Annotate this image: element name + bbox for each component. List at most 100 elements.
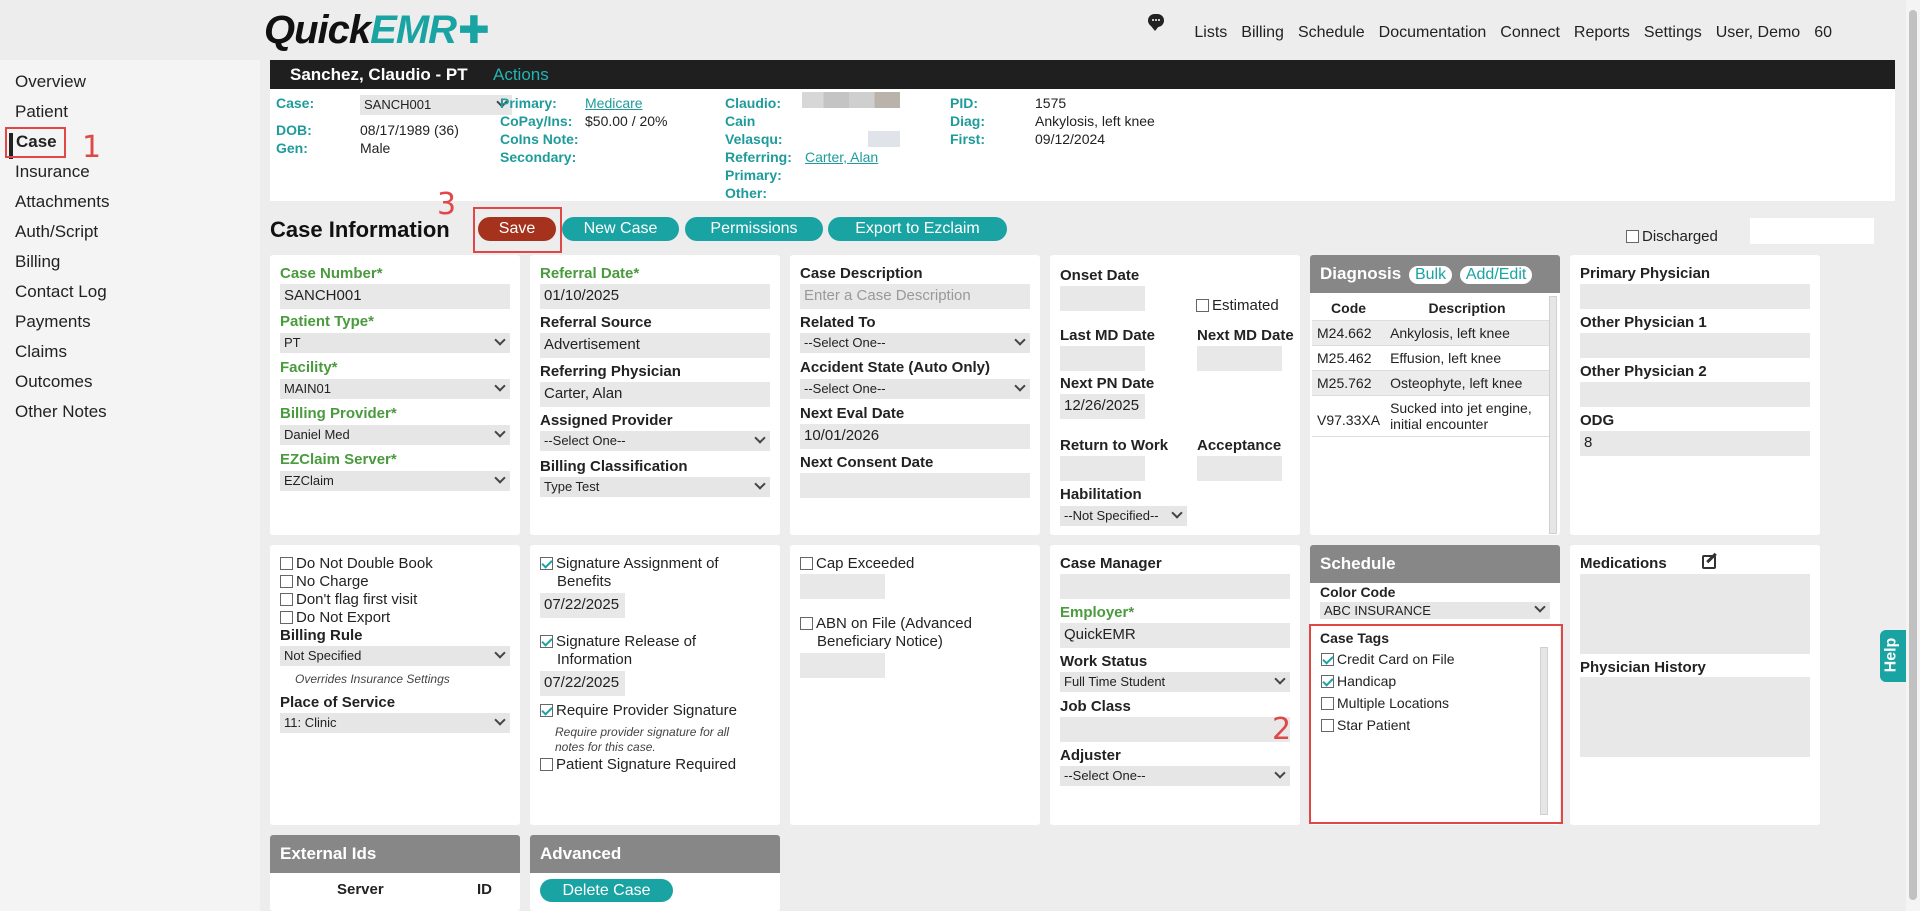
- save-button[interactable]: Save: [478, 217, 556, 241]
- require-provider-signature-checkbox[interactable]: Require Provider Signature: [540, 702, 737, 719]
- primary-ins-link[interactable]: Medicare: [585, 95, 643, 111]
- billing-provider-select[interactable]: Daniel Med: [280, 425, 510, 445]
- table-row[interactable]: V97.33XA Sucked into jet engine, initial…: [1312, 395, 1549, 437]
- next-eval-input[interactable]: 10/01/2026: [800, 424, 1030, 449]
- physician-history-textarea[interactable]: [1580, 677, 1810, 757]
- job-class-input[interactable]: [1060, 717, 1290, 742]
- advanced-card: Advanced Delete Case: [530, 835, 780, 911]
- sidebar-item-patient[interactable]: Patient: [15, 102, 68, 122]
- ezclaim-server-select[interactable]: EZClaim: [280, 471, 510, 491]
- patient-type-select[interactable]: PT: [280, 333, 510, 353]
- help-tab[interactable]: Help: [1880, 630, 1906, 682]
- medications-card: Medications Physician History: [1570, 545, 1820, 825]
- advanced-header: Advanced: [530, 835, 780, 873]
- nav-user[interactable]: User, Demo: [1716, 24, 1800, 42]
- estimated-checkbox[interactable]: Estimated: [1196, 297, 1279, 314]
- nav-schedule[interactable]: Schedule: [1298, 24, 1365, 42]
- acceptance-input[interactable]: [1197, 456, 1282, 481]
- employer-input[interactable]: QuickEMR: [1060, 623, 1290, 648]
- referring-physician-input[interactable]: Carter, Alan: [540, 382, 770, 407]
- chat-icon[interactable]: [1148, 14, 1164, 31]
- sidebar-item-auth-script[interactable]: Auth/Script: [15, 222, 98, 242]
- odg-input[interactable]: 8: [1580, 431, 1810, 456]
- job-class-label: Job Class: [1060, 698, 1131, 715]
- work-status-select[interactable]: Full Time Student: [1060, 672, 1290, 692]
- signature-assignment-date[interactable]: 07/22/2025: [540, 593, 625, 618]
- related-to-select[interactable]: --Select One--: [800, 333, 1030, 353]
- facility-select[interactable]: MAIN01: [280, 379, 510, 399]
- adjuster-select[interactable]: --Select One--: [1060, 766, 1290, 786]
- next-pn-date-input[interactable]: 12/26/2025: [1060, 394, 1145, 419]
- return-to-work-input[interactable]: [1060, 456, 1145, 481]
- diagnosis-scrollbar[interactable]: [1549, 296, 1557, 534]
- bulk-button[interactable]: Bulk: [1408, 266, 1453, 284]
- nav-billing[interactable]: Billing: [1241, 24, 1284, 42]
- do-not-double-book-checkbox[interactable]: Do Not Double Book: [280, 555, 433, 572]
- billing-rule-select[interactable]: Not Specified: [280, 646, 510, 666]
- signature-assignment-checkbox[interactable]: Signature Assignment of: [540, 555, 719, 572]
- signature-release-date[interactable]: 07/22/2025: [540, 671, 625, 696]
- table-row[interactable]: M25.462 Effusion, left knee: [1312, 345, 1549, 371]
- discharged-checkbox[interactable]: Discharged: [1626, 228, 1718, 245]
- case-manager-input[interactable]: [1060, 574, 1290, 599]
- referral-source-input[interactable]: Advertisement: [540, 333, 770, 358]
- assigned-provider-select[interactable]: --Select One--: [540, 431, 770, 451]
- case-description-input[interactable]: Enter a Case Description: [800, 284, 1030, 309]
- sidebar-item-contact-log[interactable]: Contact Log: [15, 282, 107, 302]
- sidebar-item-attachments[interactable]: Attachments: [15, 192, 110, 212]
- abn-on-file-checkbox[interactable]: ABN on File (Advanced: [800, 615, 972, 632]
- nav-lists[interactable]: Lists: [1194, 24, 1227, 42]
- patient-signature-required-checkbox[interactable]: Patient Signature Required: [540, 756, 736, 773]
- dont-flag-first-visit-checkbox[interactable]: Don't flag first visit: [280, 591, 417, 608]
- discharged-date-input[interactable]: [1750, 218, 1874, 244]
- color-code-select[interactable]: ABC INSURANCE: [1320, 601, 1550, 619]
- cap-exceeded-checkbox[interactable]: Cap Exceeded: [800, 555, 914, 572]
- next-md-date-input[interactable]: [1197, 346, 1282, 371]
- no-charge-checkbox[interactable]: No Charge: [280, 573, 369, 590]
- signature-release-checkbox[interactable]: Signature Release of: [540, 633, 696, 650]
- place-of-service-select[interactable]: 11: Clinic: [280, 713, 510, 733]
- export-ezclaim-button[interactable]: Export to Ezclaim: [828, 217, 1007, 241]
- abn-on-file-input[interactable]: [800, 653, 885, 678]
- sidebar-item-billing[interactable]: Billing: [15, 252, 60, 272]
- other-physician-2-input[interactable]: [1580, 382, 1810, 407]
- table-row[interactable]: M24.662 Ankylosis, left knee: [1312, 320, 1549, 346]
- nav-reports[interactable]: Reports: [1574, 24, 1630, 42]
- onset-date-input[interactable]: [1060, 286, 1145, 311]
- nav-documentation[interactable]: Documentation: [1379, 24, 1487, 42]
- sidebar-item-other-notes[interactable]: Other Notes: [15, 402, 107, 422]
- other-physician-1-input[interactable]: [1580, 333, 1810, 358]
- table-row[interactable]: M25.762 Osteophyte, left knee: [1312, 370, 1549, 396]
- diag-code: V97.33XA: [1312, 395, 1386, 437]
- accident-state-select[interactable]: --Select One--: [800, 379, 1030, 399]
- delete-case-button[interactable]: Delete Case: [540, 879, 673, 902]
- permissions-button[interactable]: Permissions: [685, 217, 823, 241]
- page-scrollbar-thumb[interactable]: [1909, 10, 1917, 900]
- case-number-input[interactable]: SANCH001: [280, 284, 510, 309]
- quickemr-logo[interactable]: QuickEMR✚: [264, 8, 490, 53]
- primary-physician-input[interactable]: [1580, 284, 1810, 309]
- last-md-date-input[interactable]: [1060, 346, 1145, 371]
- work-status-label: Work Status: [1060, 653, 1148, 670]
- add-edit-button[interactable]: Add/Edit: [1459, 266, 1533, 284]
- new-case-button[interactable]: New Case: [562, 217, 679, 241]
- next-consent-input[interactable]: [800, 473, 1030, 498]
- billing-classification-select[interactable]: Type Test: [540, 477, 770, 497]
- cap-exceeded-input[interactable]: [800, 574, 885, 599]
- sidebar-item-claims[interactable]: Claims: [15, 342, 67, 362]
- habilitation-select[interactable]: --Not Specified--: [1060, 506, 1187, 526]
- referral-date-input[interactable]: 01/10/2025: [540, 284, 770, 309]
- nav-connect[interactable]: Connect: [1500, 24, 1560, 42]
- actions-menu[interactable]: Actions: [493, 65, 549, 85]
- medications-textarea[interactable]: [1580, 574, 1810, 654]
- sidebar-item-outcomes[interactable]: Outcomes: [15, 372, 92, 392]
- sidebar-item-insurance[interactable]: Insurance: [15, 162, 90, 182]
- referring-link[interactable]: Carter, Alan: [805, 149, 878, 165]
- do-not-export-checkbox[interactable]: Do Not Export: [280, 609, 390, 626]
- nav-settings[interactable]: Settings: [1644, 24, 1702, 42]
- edit-icon[interactable]: [1702, 555, 1716, 569]
- sidebar-item-payments[interactable]: Payments: [15, 312, 91, 332]
- page-scrollbar[interactable]: [1906, 0, 1920, 911]
- sidebar-item-overview[interactable]: Overview: [15, 72, 86, 92]
- case-select[interactable]: SANCH001: [360, 95, 512, 115]
